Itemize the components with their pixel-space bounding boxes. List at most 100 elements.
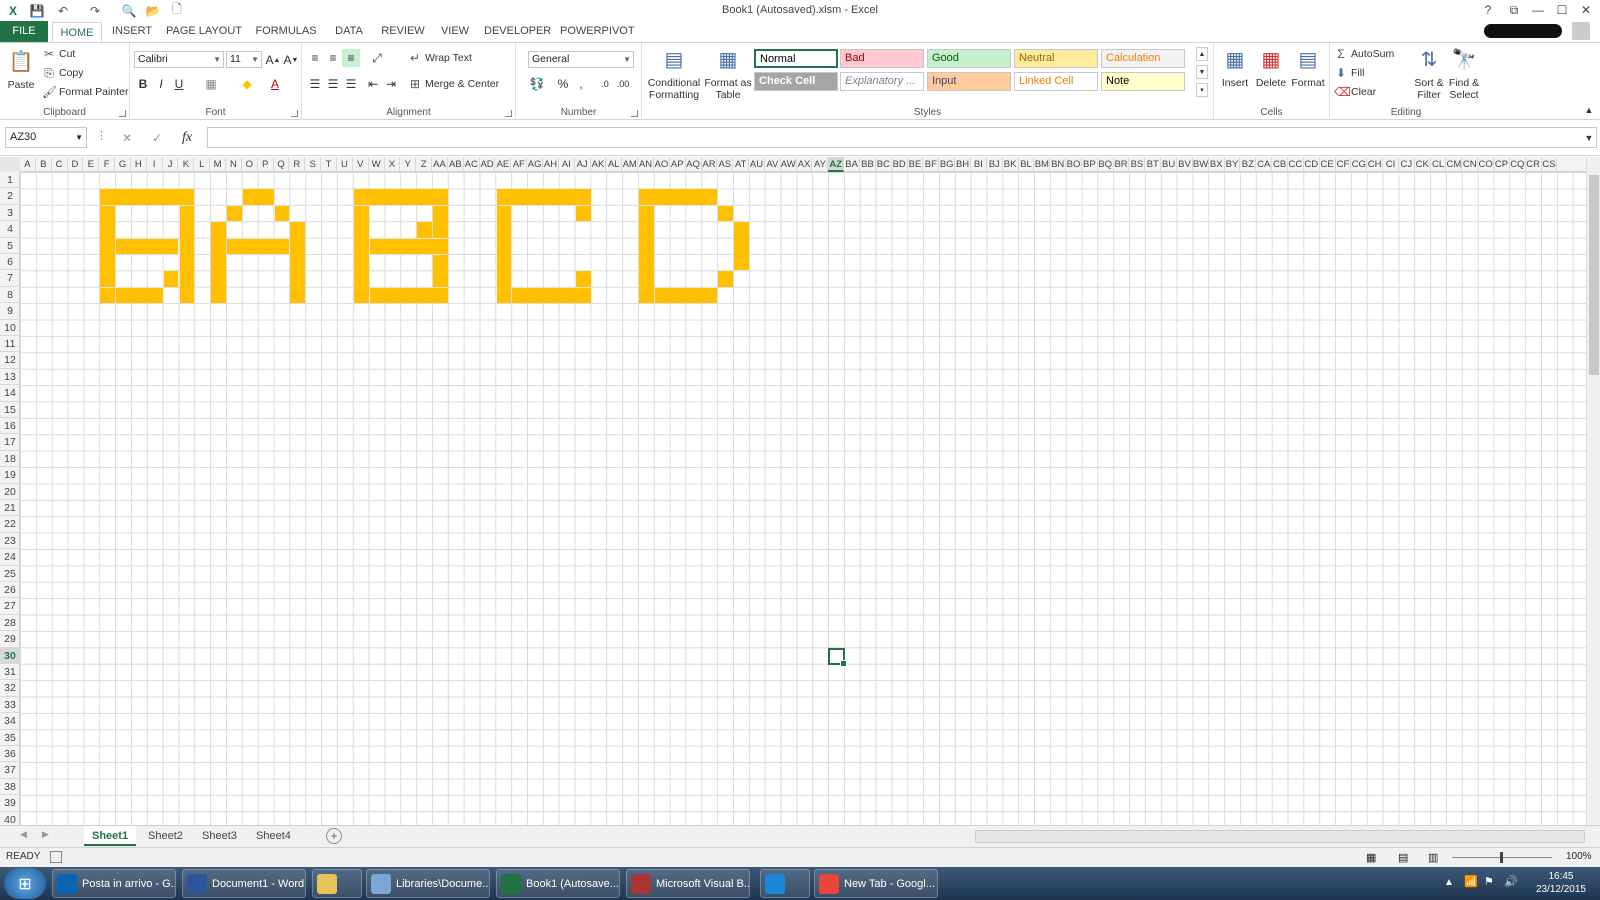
help-button[interactable]: ? [1476,1,1500,19]
tab-formulas[interactable]: FORMULAS [254,21,318,42]
column-header[interactable]: CJ [1399,157,1415,172]
column-header[interactable]: CC [1288,157,1304,172]
column-header[interactable]: AI [559,157,575,172]
column-header[interactable]: G [115,157,131,172]
percent-button[interactable]: % [554,75,572,93]
row-header[interactable]: 26 [0,582,20,599]
column-header[interactable]: AD [480,157,496,172]
column-header[interactable]: AW [781,157,797,172]
increase-indent-icon[interactable]: ⇥ [382,75,400,93]
taskbar-item[interactable]: Microsoft Visual B... [626,869,750,898]
column-header[interactable]: CL [1431,157,1447,172]
underline-button[interactable]: U [170,75,188,93]
column-header[interactable]: AB [448,157,464,172]
row-header[interactable]: 9 [0,303,20,320]
column-header[interactable]: AE [496,157,512,172]
column-header[interactable]: C [52,157,68,172]
start-button[interactable]: ⊞ [4,868,46,899]
column-header[interactable]: CB [1272,157,1288,172]
row-header[interactable]: 8 [0,287,20,304]
column-header[interactable]: AY [813,157,829,172]
column-header[interactable]: AM [622,157,639,172]
italic-button[interactable]: I [152,75,170,93]
bold-button[interactable]: B [134,75,152,93]
formula-input[interactable] [207,127,1597,148]
column-header[interactable]: CH [1367,157,1384,172]
row-header[interactable]: 4 [0,221,20,238]
row-header[interactable]: 30 [0,647,20,664]
cell-style-6[interactable]: Explanatory ... [840,72,924,91]
column-header[interactable]: BE [908,157,924,172]
shrink-font-icon[interactable]: A ▼ [282,51,300,69]
tab-file[interactable]: FILE [0,21,48,42]
column-header[interactable]: BU [1161,157,1178,172]
column-header[interactable]: H [131,157,147,172]
row-header[interactable]: 19 [0,467,20,484]
column-header[interactable]: I [147,157,163,172]
gallery-down-icon[interactable]: ▼ [1196,65,1208,79]
row-header[interactable]: 27 [0,598,20,615]
column-header[interactable]: E [83,157,100,172]
tab-developer[interactable]: DEVELOPER [484,21,551,42]
wrap-text-button[interactable]: ↵ Wrap Text [408,51,472,65]
paste-button[interactable]: 📋 Paste [4,49,38,91]
row-header[interactable]: 12 [0,352,20,369]
zoom-thumb[interactable] [1500,852,1503,863]
clock[interactable]: 16:45 23/12/2015 [1536,870,1586,896]
sheet-tab-1[interactable]: Sheet1 [84,826,137,846]
currency-icon[interactable]: 💱 [528,75,546,93]
fill-color-icon[interactable]: ◆ [238,75,256,93]
find-select-button[interactable]: 🔭 Find & Select [1446,47,1482,101]
cut-button[interactable]: ✂ Cut [42,47,75,61]
column-header[interactable]: BW [1193,157,1209,172]
insert-cells-button[interactable]: ▦ Insert [1218,47,1252,89]
avatar[interactable] [1572,22,1590,40]
taskbar-item[interactable] [760,869,810,898]
taskbar-item[interactable]: Posta in arrivo - G... [52,869,176,898]
column-header[interactable]: AT [733,157,750,172]
row-header[interactable]: 16 [0,418,20,435]
copy-button[interactable]: ⎘ Copy [42,66,83,80]
cell-style-1[interactable]: Bad [840,49,924,68]
column-header[interactable]: AO [654,157,670,172]
column-header[interactable]: CE [1320,157,1336,172]
column-header[interactable]: BS [1130,157,1146,172]
name-box[interactable]: AZ30 ▼ [5,127,87,148]
align-center-icon[interactable]: ☰ [324,75,342,93]
row-header[interactable]: 3 [0,205,20,222]
column-header[interactable]: BR [1114,157,1130,172]
tab-data[interactable]: DATA [330,21,368,42]
column-header[interactable]: R [289,157,306,172]
minimize-button[interactable]: — [1526,1,1550,19]
borders-icon[interactable]: ▦ [202,75,220,93]
column-header[interactable]: J [163,157,179,172]
column-header[interactable]: CK [1415,157,1431,172]
column-header[interactable]: A [20,157,36,172]
cell-area[interactable] [20,172,1586,825]
tab-view[interactable]: VIEW [438,21,472,42]
column-header[interactable]: B [36,157,52,172]
normal-view-icon[interactable]: ▦ [1366,851,1376,864]
column-header[interactable]: BB [860,157,876,172]
sheet-tab-4[interactable]: Sheet4 [248,826,299,846]
merge-center-button[interactable]: ⊞ Merge & Center [408,77,499,91]
column-header[interactable]: O [242,157,258,172]
column-header[interactable]: S [305,157,322,172]
cell-style-9[interactable]: Note [1101,72,1185,91]
row-header[interactable]: 34 [0,713,20,730]
cell-style-0[interactable]: Normal [754,49,838,68]
row-header[interactable]: 1 [0,172,20,189]
row-header[interactable]: 5 [0,238,20,254]
column-header[interactable]: AL [606,157,623,172]
column-header[interactable]: BL [1019,157,1035,172]
align-top-icon[interactable]: ≡ [306,49,324,67]
row-header[interactable]: 38 [0,779,20,796]
tab-insert[interactable]: INSERT [110,21,154,42]
column-header[interactable]: BY [1225,157,1241,172]
column-header[interactable]: CA [1256,157,1273,172]
select-all-button[interactable] [0,157,20,172]
conditional-formatting-button[interactable]: ▤ Conditional Formatting [646,47,702,101]
decrease-decimal-icon[interactable]: .00 [614,75,632,93]
gallery-up-icon[interactable]: ▲ [1196,47,1208,61]
font-name-select[interactable]: Calibri ▼ [134,51,224,68]
